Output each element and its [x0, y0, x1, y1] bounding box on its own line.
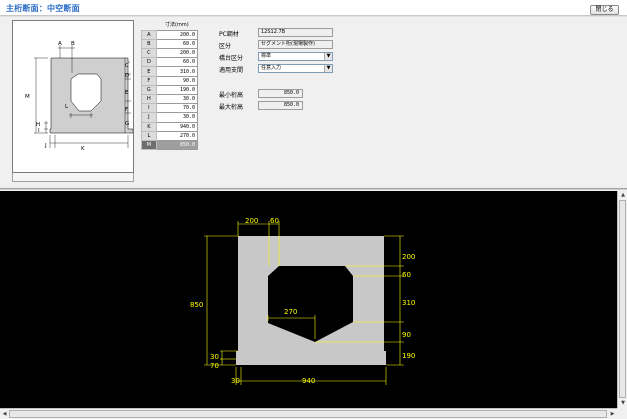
dim-label-i: 70	[210, 362, 219, 370]
thumb-label-e: E	[125, 90, 129, 96]
row-key: L	[141, 130, 157, 141]
dimension-value-cell[interactable]: 940.0	[155, 121, 199, 132]
dimension-value-cell[interactable]: 190.0	[155, 84, 199, 96]
max-height-label: 最大桁高	[219, 104, 244, 111]
scroll-corner	[617, 408, 627, 419]
section-type-select[interactable]: 標準 ▼	[258, 52, 333, 61]
thumbnail-footer	[12, 173, 134, 182]
table-row: D 60.0	[141, 57, 199, 68]
row-key: A	[141, 29, 157, 40]
thumb-label-b: B	[71, 41, 75, 47]
dimension-value-cell[interactable]: 90.0	[155, 75, 199, 86]
row-key: K	[141, 121, 157, 132]
row-key: G	[141, 84, 157, 96]
vertical-scroll-thumb[interactable]	[619, 200, 626, 398]
pc-steel-field: 12S12.7B	[258, 28, 333, 37]
section-type-value: 標準	[261, 53, 272, 59]
dimension-value-cell[interactable]: 200.0	[155, 48, 199, 59]
support-span-select[interactable]: 任意入力 ▼	[258, 64, 333, 73]
table-row: C 200.0	[141, 48, 199, 59]
dim-label-b: 60	[270, 217, 279, 225]
class-field: セグメント桁(現場製作)	[258, 40, 333, 49]
scroll-left-icon[interactable]: ◀	[0, 409, 9, 419]
dimension-value-cell[interactable]: 270.0	[155, 130, 199, 141]
table-row: L 270.0	[141, 130, 199, 141]
dimension-value-cell[interactable]: 70.0	[155, 103, 199, 114]
splitter[interactable]	[0, 188, 627, 190]
row-key: M	[141, 139, 157, 151]
row-key: J	[141, 112, 157, 123]
horizontal-scroll-thumb[interactable]	[9, 410, 607, 418]
dim-label-k: 940	[302, 377, 315, 385]
min-height-label: 最小桁高	[219, 92, 244, 99]
thumb-label-k: K	[81, 146, 85, 152]
scroll-up-icon[interactable]: ▲	[618, 191, 627, 200]
dimension-value-cell[interactable]: 200.0	[155, 29, 199, 40]
title-bar: 主桁断面：中空断面 閉じる	[0, 0, 627, 16]
close-button[interactable]: 閉じる	[590, 5, 619, 15]
row-key: C	[141, 48, 157, 59]
thumb-label-g: G	[125, 121, 129, 127]
dim-label-j: 30	[231, 377, 240, 385]
dim-label-c: 200	[402, 253, 415, 261]
section-thumbnail: A B C D E F G H I J K L M	[12, 20, 134, 173]
section-type-label: 橋台区分	[219, 55, 244, 62]
dimension-value-cell[interactable]: 310.0	[155, 66, 199, 77]
page-title: 主桁断面：中空断面	[6, 4, 80, 13]
table-row: J 30.0	[141, 112, 199, 123]
dimension-value-cell[interactable]: 30.0	[155, 93, 199, 105]
table-row: G 190.0	[141, 84, 199, 96]
table-row: K 940.0	[141, 121, 199, 132]
min-height-field: 850.0	[258, 89, 303, 98]
dim-label-m: 850	[190, 301, 203, 309]
scroll-right-icon[interactable]: ▶	[608, 409, 617, 419]
dimension-value-cell[interactable]: 60.0	[155, 57, 199, 68]
thumb-label-m: M	[25, 94, 30, 100]
dim-label-e: 310	[402, 299, 415, 307]
thumb-label-d: D	[125, 73, 129, 79]
drawing-canvas[interactable]: 200 60 200 60 310 90 190 850 30 70 270 3…	[0, 191, 617, 408]
vertical-scrollbar[interactable]: ▲ ▼	[617, 191, 627, 408]
horizontal-scrollbar[interactable]: ◀ ▶	[0, 408, 617, 419]
row-key: F	[141, 75, 157, 86]
title-divider	[0, 16, 627, 17]
table-row: F 90.0	[141, 75, 199, 86]
chevron-down-icon[interactable]: ▼	[324, 53, 332, 60]
dim-label-d: 60	[402, 271, 411, 279]
dim-label-f: 90	[402, 331, 411, 339]
dimension-value-cell[interactable]: 850.0	[155, 139, 199, 151]
table-row: E 310.0	[141, 66, 199, 77]
table-row: A 200.0	[141, 29, 199, 40]
thumb-label-c: C	[125, 63, 129, 69]
thumb-label-j: J	[44, 143, 47, 149]
thumb-void-shape	[70, 73, 102, 112]
table-row-selected: M 850.0	[141, 139, 199, 151]
scroll-down-icon[interactable]: ▼	[618, 399, 627, 408]
row-key: D	[141, 57, 157, 68]
thumb-label-f: F	[125, 107, 128, 113]
dim-label-g: 190	[402, 352, 415, 360]
row-key: E	[141, 66, 157, 77]
dimension-table-header: 寸法(mm)	[156, 21, 198, 31]
pc-steel-label: PC鋼材	[219, 31, 239, 38]
support-span-value: 任意入力	[261, 65, 282, 71]
row-key: I	[141, 103, 157, 114]
dim-label-a: 200	[245, 217, 258, 225]
table-row: H 30.0	[141, 93, 199, 105]
row-key: H	[141, 93, 157, 105]
class-label: 区分	[219, 43, 232, 50]
dimension-value-cell[interactable]: 30.0	[155, 112, 199, 123]
chevron-down-icon[interactable]: ▼	[324, 65, 332, 72]
table-row: B 60.0	[141, 38, 199, 50]
table-row: I 70.0	[141, 103, 199, 114]
max-height-field: 850.0	[258, 101, 303, 110]
dimension-table: 寸法(mm) A 200.0 B 60.0 C 200.0 D 60.0 E 310.0 …	[141, 21, 199, 151]
dim-label-l: 270	[284, 308, 297, 316]
support-span-label: 適用支間	[219, 67, 244, 74]
dimension-value-cell[interactable]: 60.0	[155, 38, 199, 50]
dim-label-h: 30	[210, 353, 219, 361]
row-key: B	[141, 38, 157, 50]
thumb-label-a: A	[58, 41, 62, 47]
